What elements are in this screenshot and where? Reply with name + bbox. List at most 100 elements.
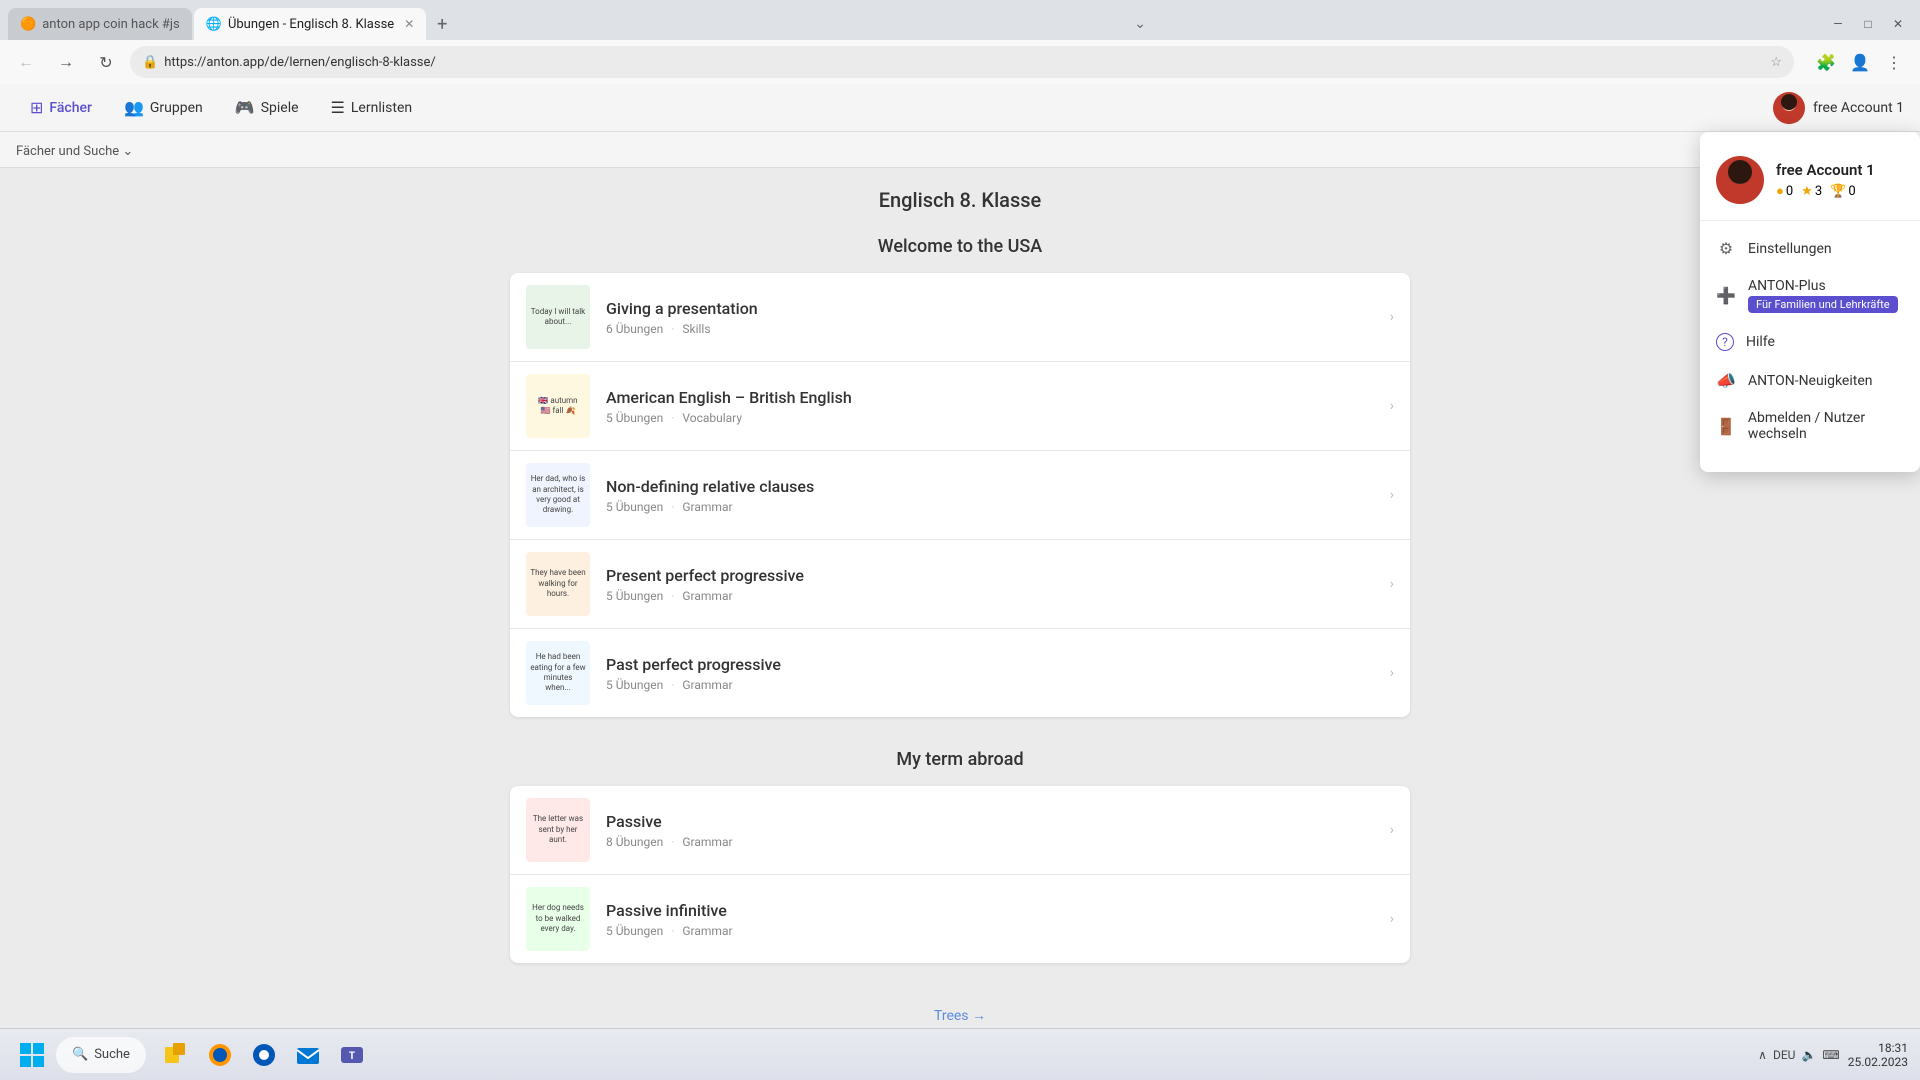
dropdown-user-info: free Account 1 ● 0 ★ 3 🏆 0 — [1776, 161, 1875, 199]
chevron-icon-7: › — [1390, 911, 1394, 927]
exercise-info-1: Giving a presentation 6 Übungen · Skills — [606, 299, 1374, 336]
taskbar-mail-icon[interactable] — [290, 1037, 326, 1073]
tab-2-close[interactable]: ✕ — [404, 17, 414, 31]
taskbar-lang: DEU — [1773, 1048, 1795, 1062]
exercise-item-1[interactable]: Today I will talk about... Giving a pres… — [510, 273, 1410, 362]
dropdown-hilfe[interactable]: ? Hilfe — [1700, 323, 1920, 361]
exercise-thumb-1: Today I will talk about... — [526, 285, 590, 349]
dropdown-neuigkeiten[interactable]: 📣 ANTON-Neuigkeiten — [1700, 361, 1920, 400]
exercise-meta-7: 5 Übungen · Grammar — [606, 924, 1374, 938]
gruppen-icon: 👥 — [124, 98, 144, 117]
dropdown-header: free Account 1 ● 0 ★ 3 🏆 0 — [1700, 144, 1920, 221]
exercise-info-5: Past perfect progressive 5 Übungen · Gra… — [606, 655, 1374, 692]
back-button[interactable]: ← — [10, 46, 42, 78]
exercise-meta-5: 5 Übungen · Grammar — [606, 678, 1374, 692]
lock-icon: 🔒 — [142, 55, 158, 70]
extensions-icon[interactable]: 🧩 — [1810, 46, 1842, 78]
exercise-title-2: American English – British English — [606, 388, 1374, 407]
exercise-item-7[interactable]: Her dog needs to be walked every day. Pa… — [510, 875, 1410, 963]
exercise-item-5[interactable]: He had been eating for a few minutes whe… — [510, 629, 1410, 717]
dropdown-anton-plus[interactable]: ➕ ANTON-Plus Für Familien und Lehrkräfte — [1700, 268, 1920, 323]
news-icon: 📣 — [1716, 371, 1736, 390]
address-text: https://anton.app/de/lernen/englisch-8-k… — [164, 55, 1764, 70]
chevron-icon-5: › — [1390, 665, 1394, 681]
section-2-title: My term abroad — [20, 749, 1900, 770]
taskbar-search-label: Suche — [94, 1047, 130, 1062]
star-icon: ☆ — [1770, 55, 1782, 70]
dropdown-abmelden[interactable]: 🚪 Abmelden / Nutzer wechseln — [1700, 400, 1920, 452]
address-box[interactable]: 🔒 https://anton.app/de/lernen/englisch-8… — [130, 46, 1794, 78]
taskbar: 🔍 Suche T ∧ DEU 🔈 ⌨ 18:31 25.02.2023 — [0, 1028, 1920, 1080]
dropdown-stats: ● 0 ★ 3 🏆 0 — [1776, 183, 1875, 199]
taskbar-firefox-icon[interactable] — [202, 1037, 238, 1073]
reload-button[interactable]: ↻ — [90, 46, 122, 78]
close-button[interactable]: ✕ — [1884, 10, 1912, 38]
taskbar-search[interactable]: 🔍 Suche — [56, 1037, 146, 1073]
breadcrumb[interactable]: Fächer und Suche ⌄ — [16, 144, 133, 159]
exercise-item-4[interactable]: They have been walking for hours. Presen… — [510, 540, 1410, 629]
exercise-item-6[interactable]: The letter was sent by her aunt. Passive… — [510, 786, 1410, 875]
address-icons: ☆ — [1770, 55, 1782, 70]
account-area[interactable]: free Account 1 — [1773, 92, 1904, 124]
window-controls: — □ ✕ — [1824, 10, 1912, 38]
taskbar-right: ∧ DEU 🔈 ⌨ 18:31 25.02.2023 — [1758, 1041, 1908, 1069]
chevron-icon-4: › — [1390, 576, 1394, 592]
nav-spiele[interactable]: 🎮 Spiele — [221, 90, 313, 125]
tab-1-icon: 🟠 — [20, 17, 36, 32]
dropdown-avatar — [1716, 156, 1764, 204]
exercise-meta-1: 6 Übungen · Skills — [606, 322, 1374, 336]
account-dropdown: free Account 1 ● 0 ★ 3 🏆 0 ⚙ Einstellung… — [1700, 132, 1920, 472]
exercise-title-5: Past perfect progressive — [606, 655, 1374, 674]
toolbar-icons: 🧩 👤 ⋮ — [1810, 46, 1910, 78]
tab-2-label: Übungen - Englisch 8. Klasse — [228, 17, 394, 32]
exercise-list-1: Today I will talk about... Giving a pres… — [510, 273, 1410, 717]
anton-plus-badge: Für Familien und Lehrkräfte — [1748, 296, 1898, 313]
search-icon: 🔍 — [72, 1047, 88, 1062]
taskbar-teams-icon[interactable]: T — [334, 1037, 370, 1073]
tab-overflow-button[interactable]: ⌄ — [1130, 12, 1150, 36]
minimize-button[interactable]: — — [1824, 10, 1852, 38]
exercise-item-3[interactable]: Her dad, who is an architect, is very go… — [510, 451, 1410, 540]
exercise-thumb-7: Her dog needs to be walked every day. — [526, 887, 590, 951]
taskbar-browser-icon[interactable] — [246, 1037, 282, 1073]
tab-2[interactable]: 🌐 Übungen - Englisch 8. Klasse ✕ — [194, 8, 427, 40]
nav-gruppen[interactable]: 👥 Gruppen — [110, 90, 217, 125]
taskbar-date-display: 25.02.2023 — [1848, 1055, 1908, 1069]
exercise-info-4: Present perfect progressive 5 Übungen · … — [606, 566, 1374, 603]
exercise-thumb-6: The letter was sent by her aunt. — [526, 798, 590, 862]
exercise-title-4: Present perfect progressive — [606, 566, 1374, 585]
maximize-button[interactable]: □ — [1854, 10, 1882, 38]
nav-spiele-label: Spiele — [261, 100, 299, 116]
section-1-title: Welcome to the USA — [20, 236, 1900, 257]
dropdown-einstellungen[interactable]: ⚙ Einstellungen — [1700, 229, 1920, 268]
exercise-thumb-4: They have been walking for hours. — [526, 552, 590, 616]
svg-text:T: T — [349, 1051, 355, 1062]
stat-stars: ★ 3 — [1801, 184, 1822, 199]
exercise-title-1: Giving a presentation — [606, 299, 1374, 318]
lernlisten-icon: ☰ — [331, 98, 345, 117]
tab-bar: 🟠 anton app coin hack #js 🌐 Übungen - En… — [0, 0, 1920, 40]
trees-link[interactable]: Trees → — [20, 995, 1900, 1028]
tab-add-button[interactable]: + — [428, 10, 456, 38]
exercise-thumb-5: He had been eating for a few minutes whe… — [526, 641, 590, 705]
taskbar-clock: 18:31 25.02.2023 — [1848, 1041, 1908, 1069]
exercise-meta-4: 5 Übungen · Grammar — [606, 589, 1374, 603]
nav-faecher-label: Fächer — [49, 100, 92, 116]
tab-1[interactable]: 🟠 anton app coin hack #js — [8, 8, 192, 40]
more-icon[interactable]: ⋮ — [1878, 46, 1910, 78]
breadcrumb-bar: Fächer und Suche ⌄ — [0, 132, 1920, 168]
chevron-icon-6: › — [1390, 822, 1394, 838]
app-nav: ⊞ Fächer 👥 Gruppen 🎮 Spiele ☰ Lernlisten… — [0, 84, 1920, 132]
taskbar-files-icon[interactable] — [158, 1037, 194, 1073]
tab-2-icon: 🌐 — [206, 17, 222, 32]
nav-lernlisten[interactable]: ☰ Lernlisten — [317, 90, 427, 125]
exercise-title-3: Non-defining relative clauses — [606, 477, 1374, 496]
exercise-item-2[interactable]: 🇬🇧 autumn🇺🇸 fall 🍂 American English – Br… — [510, 362, 1410, 451]
start-button[interactable] — [12, 1035, 52, 1075]
nav-faecher[interactable]: ⊞ Fächer — [16, 90, 106, 125]
profile-icon[interactable]: 👤 — [1844, 46, 1876, 78]
forward-button[interactable]: → — [50, 46, 82, 78]
exercise-list-2: The letter was sent by her aunt. Passive… — [510, 786, 1410, 963]
address-bar-row: ← → ↻ 🔒 https://anton.app/de/lernen/engl… — [0, 40, 1920, 84]
exercise-info-6: Passive 8 Übungen · Grammar — [606, 812, 1374, 849]
